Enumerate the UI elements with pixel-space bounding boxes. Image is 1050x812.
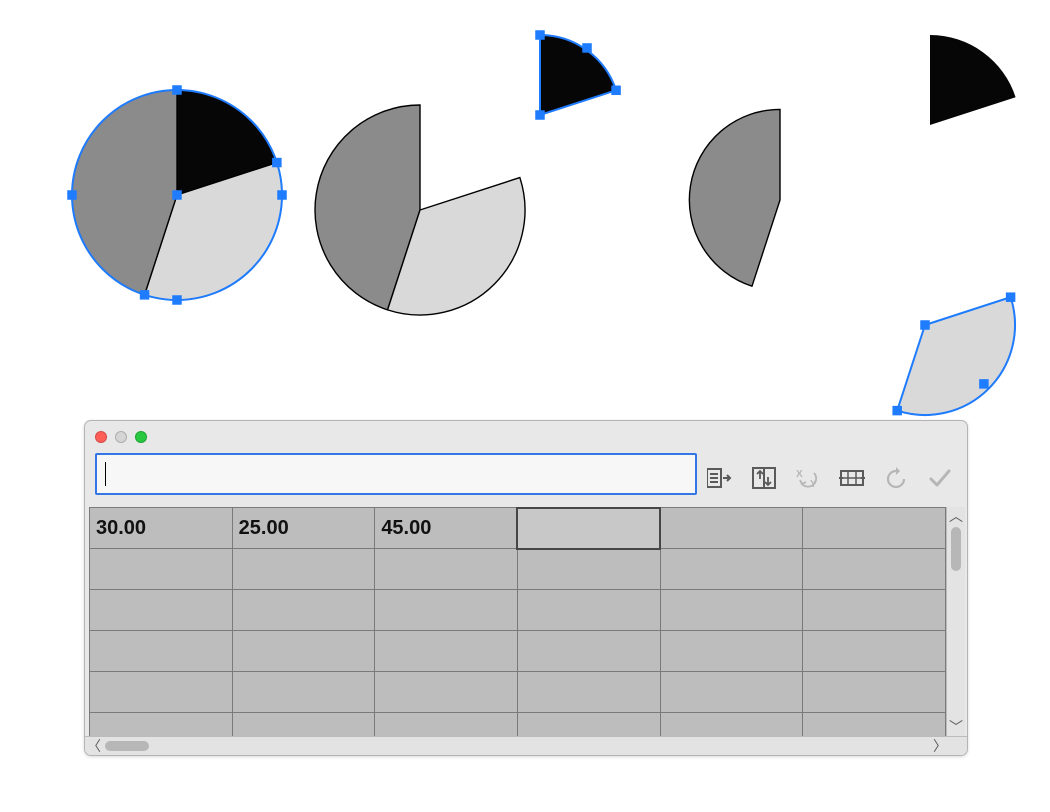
pie-chart-3[interactable] xyxy=(670,20,1040,420)
grid-wrap: 30.0025.0045.00 ︿ ﹀ xyxy=(85,503,967,736)
data-cell[interactable]: 25.00 xyxy=(232,508,375,549)
text-caret xyxy=(105,462,106,486)
selection-handle[interactable] xyxy=(173,296,181,304)
selection-handle[interactable] xyxy=(612,86,620,94)
data-cell[interactable] xyxy=(232,672,375,713)
scroll-left-icon[interactable]: 〈 xyxy=(87,737,101,755)
data-cell[interactable] xyxy=(803,590,946,631)
data-cell[interactable]: 45.00 xyxy=(375,508,518,549)
data-cell[interactable] xyxy=(232,590,375,631)
pie-chart-1[interactable] xyxy=(62,60,292,330)
data-grid[interactable]: 30.0025.0045.00 xyxy=(89,507,946,736)
data-cell[interactable] xyxy=(375,672,518,713)
selection-handle[interactable] xyxy=(68,191,76,199)
apply-icon[interactable] xyxy=(927,465,953,491)
data-table[interactable]: 30.0025.0045.00 xyxy=(89,507,946,736)
swap-axes-icon[interactable]: XY xyxy=(795,465,821,491)
data-cell[interactable] xyxy=(660,508,803,549)
revert-icon[interactable] xyxy=(883,465,909,491)
pie-3-slice-mid[interactable] xyxy=(689,109,780,286)
selection-handle[interactable] xyxy=(921,321,929,329)
data-cell[interactable] xyxy=(517,713,660,737)
data-cell[interactable] xyxy=(90,631,233,672)
data-cell[interactable] xyxy=(232,713,375,737)
selection-handle[interactable] xyxy=(980,380,988,388)
selection-handle[interactable] xyxy=(273,159,281,167)
import-data-icon[interactable] xyxy=(707,465,733,491)
selection-handle[interactable] xyxy=(141,291,149,299)
data-cell[interactable] xyxy=(375,713,518,737)
data-cell[interactable] xyxy=(660,549,803,590)
canvas-area[interactable] xyxy=(0,0,1050,410)
selection-handle[interactable] xyxy=(893,407,901,415)
svg-text:X: X xyxy=(796,469,803,480)
data-cell[interactable]: 30.00 xyxy=(90,508,233,549)
data-cell[interactable] xyxy=(803,713,946,737)
data-cell[interactable] xyxy=(517,631,660,672)
pie-chart-2[interactable] xyxy=(300,30,660,350)
data-cell[interactable] xyxy=(517,590,660,631)
data-cell[interactable] xyxy=(803,508,946,549)
graph-data-window: XY 30.0025.0045.00 ︿ ﹀ 〈 xyxy=(84,420,968,756)
data-cell[interactable] xyxy=(660,590,803,631)
selection-handle[interactable] xyxy=(536,111,544,119)
selection-handle[interactable] xyxy=(173,86,181,94)
vertical-scrollbar[interactable]: ︿ ﹀ xyxy=(946,507,965,736)
selection-handle[interactable] xyxy=(536,31,544,39)
data-cell[interactable] xyxy=(232,631,375,672)
scroll-up-icon[interactable]: ︿ xyxy=(949,507,963,525)
scroll-thumb[interactable] xyxy=(105,741,149,751)
horizontal-scrollbar[interactable]: 〈 〉 xyxy=(85,736,967,755)
selection-handle[interactable] xyxy=(583,44,591,52)
data-cell[interactable] xyxy=(803,549,946,590)
data-cell[interactable] xyxy=(660,713,803,737)
data-cell[interactable] xyxy=(803,631,946,672)
cell-value-input[interactable] xyxy=(95,453,697,495)
data-cell[interactable] xyxy=(660,672,803,713)
zoom-icon[interactable] xyxy=(135,431,147,443)
selection-handle[interactable] xyxy=(173,191,181,199)
transpose-icon[interactable] xyxy=(751,465,777,491)
data-cell[interactable] xyxy=(375,631,518,672)
data-cell[interactable] xyxy=(517,508,660,549)
selection-handle[interactable] xyxy=(1007,293,1015,301)
data-cell[interactable] xyxy=(375,590,518,631)
window-titlebar[interactable] xyxy=(85,421,967,447)
data-cell[interactable] xyxy=(375,549,518,590)
selection-handle[interactable] xyxy=(278,191,286,199)
cell-style-icon[interactable] xyxy=(839,465,865,491)
data-cell[interactable] xyxy=(803,672,946,713)
data-cell[interactable] xyxy=(90,713,233,737)
minimize-icon[interactable] xyxy=(115,431,127,443)
data-cell[interactable] xyxy=(90,590,233,631)
data-cell[interactable] xyxy=(660,631,803,672)
data-cell[interactable] xyxy=(232,549,375,590)
data-cell[interactable] xyxy=(90,549,233,590)
scroll-down-icon[interactable]: ﹀ xyxy=(949,718,963,736)
data-cell[interactable] xyxy=(90,672,233,713)
data-cell[interactable] xyxy=(517,672,660,713)
data-cell[interactable] xyxy=(517,549,660,590)
pie-3-slice-black[interactable] xyxy=(930,35,1016,125)
scroll-thumb[interactable] xyxy=(951,527,961,571)
scroll-right-icon[interactable]: 〉 xyxy=(933,737,947,755)
close-icon[interactable] xyxy=(95,431,107,443)
toolbar: XY xyxy=(85,447,967,503)
